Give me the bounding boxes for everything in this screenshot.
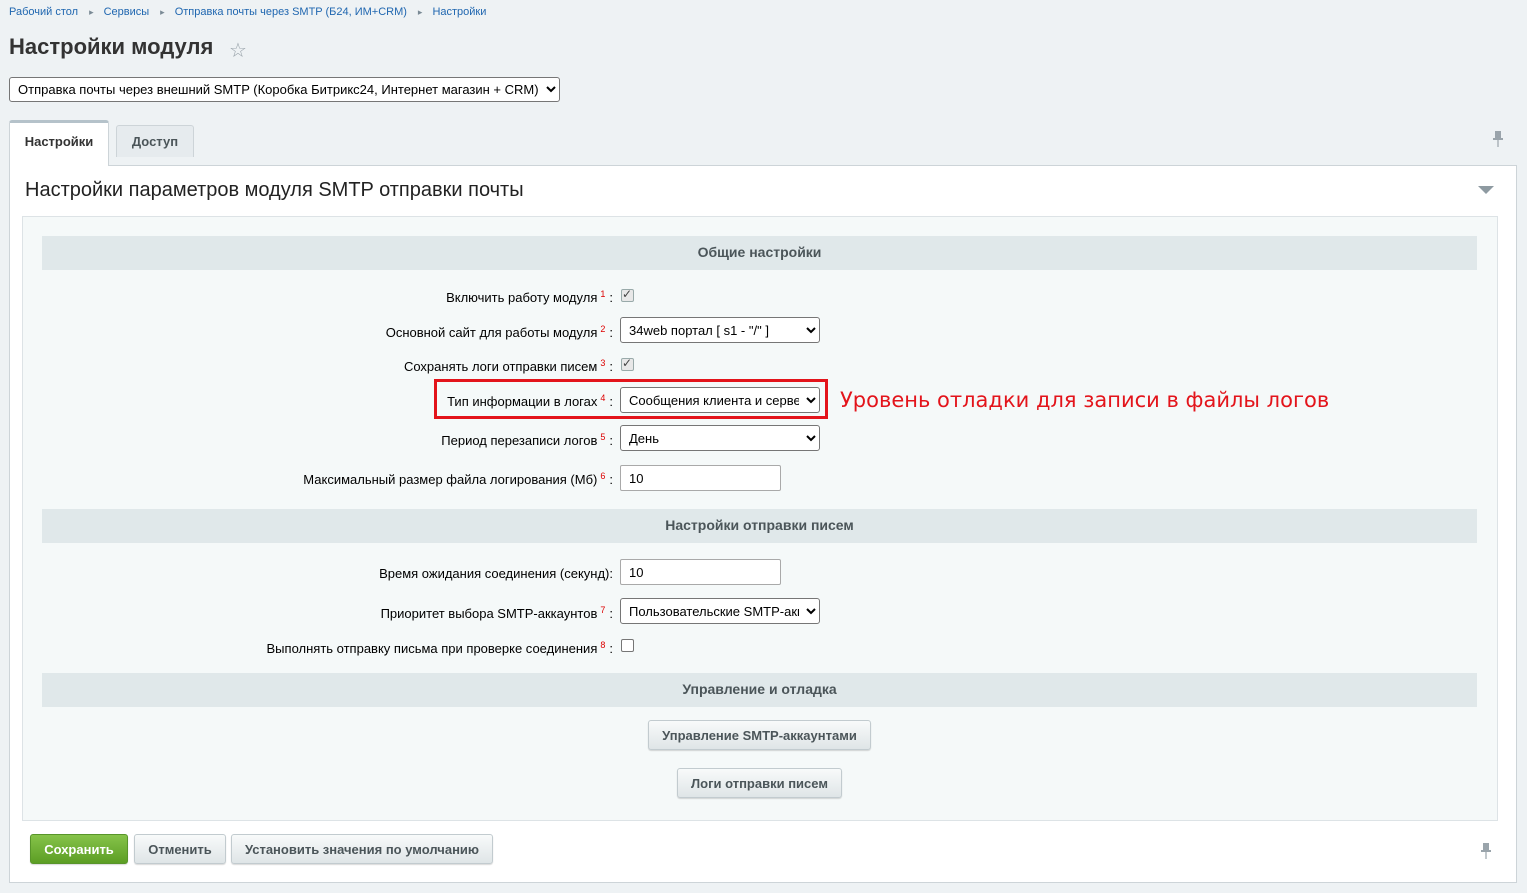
enable-module-checkbox[interactable] <box>621 287 634 302</box>
highlight-box <box>434 379 828 419</box>
panel-title: Настройки параметров модуля SMTP отправк… <box>25 179 524 201</box>
cancel-button[interactable]: Отменить <box>134 834 226 864</box>
tab-access[interactable]: Доступ <box>116 125 194 157</box>
log-rewrite-period-select[interactable]: День <box>620 425 820 451</box>
breadcrumb-item-settings[interactable]: Настройки <box>432 6 486 18</box>
label-save-logs: Сохранять логи отправки писем 3: <box>403 358 613 374</box>
annotation-text: Уровень отладки для записи в файлы логов <box>840 388 1330 412</box>
set-defaults-button[interactable]: Установить значения по умолчанию <box>231 834 493 864</box>
star-icon[interactable]: ☆ <box>229 38 247 63</box>
label-send-on-check: Выполнять отправку письма при проверке с… <box>266 640 613 656</box>
breadcrumb: Рабочий стол ▸ Сервисы ▸ Отправка почты чере… <box>9 6 486 18</box>
save-logs-checkbox[interactable] <box>621 356 634 371</box>
save-button[interactable]: Сохранить <box>30 834 128 864</box>
label-log-rewrite-period: Период перезаписи логов 5: <box>441 432 613 448</box>
smtp-priority-select[interactable]: Пользовательские SMTP-аккаунты <box>620 598 820 624</box>
label-connect-timeout: Время ожидания соединения (секунд): <box>379 566 613 581</box>
collapse-arrow-icon[interactable] <box>1478 186 1494 194</box>
section-header-general: Общие настройки <box>42 236 1477 270</box>
pin-icon[interactable] <box>1480 842 1492 864</box>
tab-settings[interactable]: Настройки <box>9 120 109 166</box>
label-enable-module: Включить работу модуля 1: <box>446 289 613 305</box>
max-log-size-input[interactable] <box>620 465 781 491</box>
chevron-right-icon: ▸ <box>417 7 423 17</box>
section-header-sending: Настройки отправки писем <box>42 509 1477 543</box>
module-select[interactable]: Отправка почты через внешний SMTP (Короб… <box>9 77 560 102</box>
label-smtp-priority: Приоритет выбора SMTP-аккаунтов 7: <box>380 605 613 621</box>
breadcrumb-item-smtp[interactable]: Отправка почты через SMTP (Б24, ИМ+CRM) <box>175 6 407 18</box>
label-main-site: Основной сайт для работы модуля 2: <box>385 324 613 340</box>
main-site-select[interactable]: 34web портал [ s1 - "/" ] <box>620 317 820 343</box>
manage-smtp-accounts-button[interactable]: Управление SMTP-аккаунтами <box>648 720 871 750</box>
send-logs-button[interactable]: Логи отправки писем <box>677 768 842 798</box>
breadcrumb-item-services[interactable]: Сервисы <box>104 6 150 18</box>
pin-icon[interactable] <box>1492 130 1504 152</box>
page-title: Настройки модуля <box>9 34 214 59</box>
chevron-right-icon: ▸ <box>89 7 94 17</box>
label-max-log-size: Максимальный размер файла логирования (М… <box>303 471 613 487</box>
chevron-right-icon: ▸ <box>160 7 165 17</box>
breadcrumb-item-desktop[interactable]: Рабочий стол <box>9 6 78 18</box>
connect-timeout-input[interactable] <box>620 559 781 585</box>
section-header-management: Управление и отладка <box>42 673 1477 707</box>
send-on-check-checkbox[interactable] <box>621 639 634 652</box>
